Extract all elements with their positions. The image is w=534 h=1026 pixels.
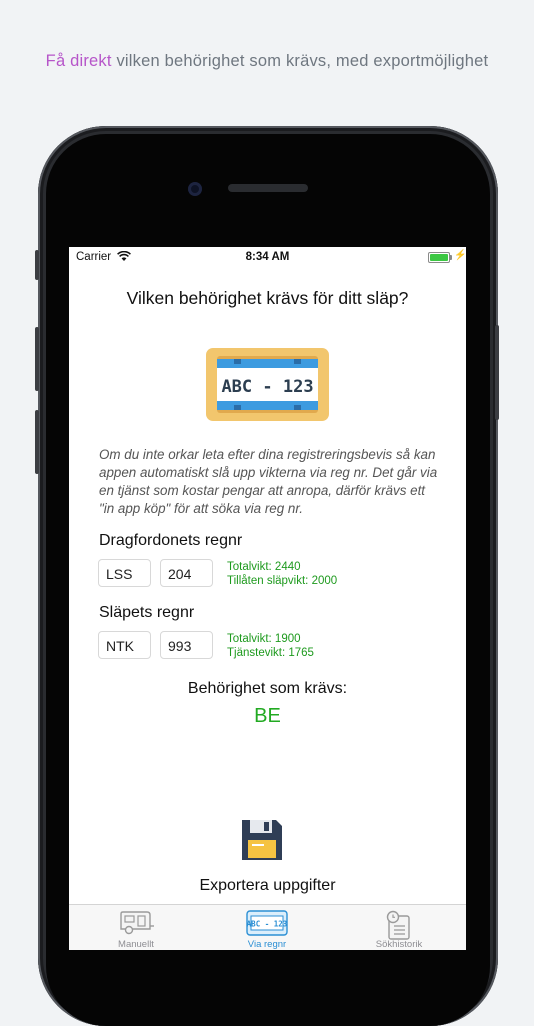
history-document-icon — [386, 910, 410, 940]
app-screen: Carrier 8:34 AM ⚡ Vilken behörighet kräv… — [69, 247, 466, 950]
trailer-weights: Totalvikt: 1900 Tjänstevikt: 1765 — [227, 632, 314, 660]
plate-text: ABC - 123 — [221, 377, 313, 397]
tab-plate-text: ABC - 123 — [247, 920, 288, 929]
caption-text: vilken behörighet som krävs, med exportm… — [111, 52, 489, 70]
license-plate-icon: ABC - 123 — [246, 910, 288, 936]
requirement-value: BE — [254, 705, 281, 727]
info-text: Om du inte orkar leta efter dina registr… — [99, 447, 438, 516]
earpiece-speaker — [228, 184, 308, 192]
status-bar: Carrier 8:34 AM ⚡ — [69, 247, 466, 267]
tow-total-weight: Totalvikt: 2440 — [227, 561, 301, 573]
power-button — [495, 325, 499, 420]
requirement-label: Behörighet som krävs: — [187, 680, 348, 697]
tow-vehicle-weights: Totalvikt: 2440 Tillåten släpvikt: 2000 — [227, 560, 337, 588]
volume-down-button — [35, 410, 39, 474]
caption-highlight: Få direkt — [45, 52, 112, 70]
charging-bolt-icon: ⚡ — [454, 250, 466, 261]
trailer-label: Släpets regnr — [99, 604, 195, 621]
trailer-curb-weight: Tjänstevikt: 1765 — [227, 647, 314, 659]
mute-switch — [35, 250, 39, 280]
tow-vehicle-digits-input[interactable]: 204 — [160, 559, 213, 587]
front-camera — [188, 182, 202, 196]
clock: 8:34 AM — [245, 251, 290, 263]
tab-manuellt-label: Manuellt — [118, 939, 154, 950]
tow-vehicle-letters-input[interactable]: LSS — [98, 559, 151, 587]
trailer-letters-input[interactable]: NTK — [98, 631, 151, 659]
tab-via-regnr[interactable]: ABC - 123 Via regnr — [217, 905, 317, 950]
trailer-total-weight: Totalvikt: 1900 — [227, 633, 301, 645]
tab-bar: Manuellt ABC - 123 Via regnr Sökhistorik — [69, 904, 466, 950]
tow-allowed-trailer-weight: Tillåten släpvikt: 2000 — [227, 575, 338, 587]
export-button[interactable]: Exportera uppgifter — [69, 877, 466, 895]
tow-vehicle-label: Dragfordonets regnr — [99, 532, 243, 549]
tab-via-regnr-label: Via regnr — [247, 939, 287, 950]
page-title: Vilken behörighet krävs för ditt släp? — [126, 288, 409, 308]
trailer-digits-input[interactable]: 993 — [160, 631, 213, 659]
floppy-disk-icon[interactable] — [240, 818, 284, 862]
tab-sokhistorik-label: Sökhistorik — [375, 939, 423, 950]
tab-sokhistorik[interactable]: Sökhistorik — [349, 905, 449, 950]
promo-caption: Få direkt vilken behörighet som krävs, m… — [0, 52, 534, 71]
battery-icon — [428, 252, 452, 263]
license-plate-illustration: ABC - 123 — [206, 348, 329, 421]
trailer-icon — [120, 911, 154, 935]
volume-up-button — [35, 327, 39, 391]
tab-manuellt[interactable]: Manuellt — [86, 905, 186, 950]
